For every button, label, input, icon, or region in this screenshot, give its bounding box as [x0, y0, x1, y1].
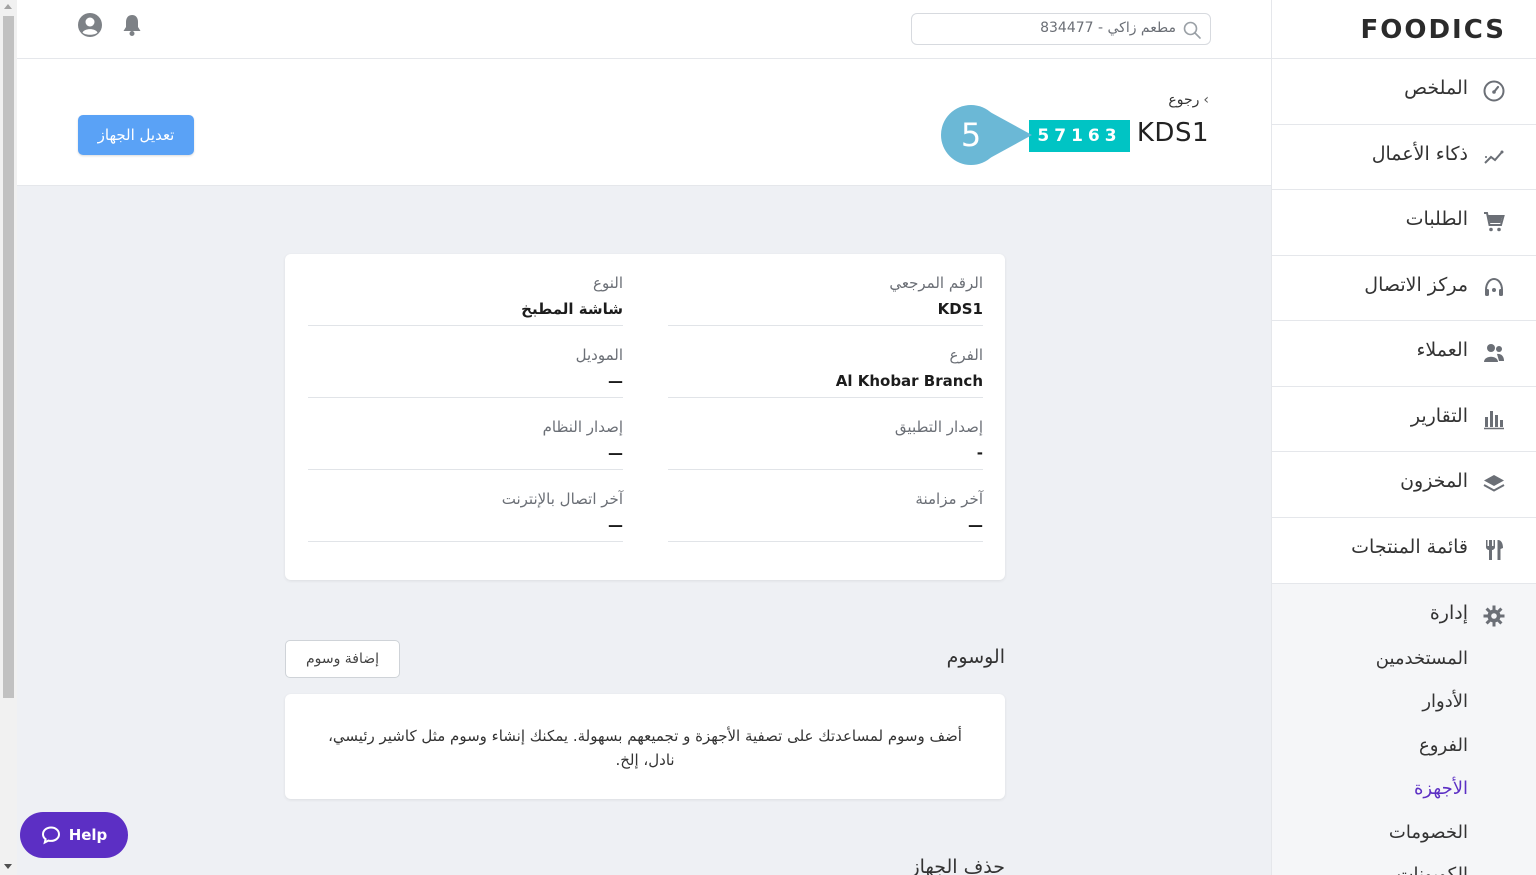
- last-sync-value: —: [968, 516, 983, 534]
- sidebar-item-label: قائمة المنتجات: [1351, 536, 1468, 558]
- model-value: —: [608, 372, 623, 390]
- os-version-label: إصدار النظام: [542, 418, 623, 436]
- reference-label: الرقم المرجعي: [889, 274, 983, 292]
- add-tags-button[interactable]: إضافة وسوم: [285, 640, 400, 678]
- edit-device-button[interactable]: تعديل الجهاز: [78, 115, 194, 155]
- branch-label: الفرع: [949, 346, 983, 364]
- page-scrollbar[interactable]: [0, 0, 17, 875]
- back-link[interactable]: › رجوع: [1168, 92, 1209, 108]
- main-content: الرقم المرجعي KDS1 النوع شاشة المطبخ الف…: [17, 186, 1271, 875]
- app-version-label: إصدار التطبيق: [894, 418, 983, 436]
- sidebar-item-label: الطلبات: [1405, 208, 1468, 230]
- sidebar-item-label: ذكاء الأعمال: [1371, 143, 1468, 165]
- branch-field: الفرع Al Khobar Branch: [668, 326, 983, 398]
- chat-bubble-icon: [41, 826, 60, 845]
- sidebar-section-admin: إدارة المستخدمين الأدوار الفروع الأجهزة …: [1272, 583, 1536, 875]
- sidebar-item-menu[interactable]: قائمة المنتجات: [1272, 517, 1536, 582]
- type-value: شاشة المطبخ: [521, 300, 623, 318]
- reports-icon: [1484, 411, 1504, 430]
- headset-icon: [1485, 277, 1503, 296]
- cart-icon: [1484, 212, 1505, 232]
- type-label: النوع: [593, 274, 623, 292]
- device-code-badge: 57163: [1029, 120, 1130, 152]
- step-number: 5: [960, 116, 982, 154]
- app-version-value: -: [976, 444, 983, 462]
- sidebar-item-reports[interactable]: التقارير: [1272, 386, 1536, 451]
- sidebar-item-orders[interactable]: الطلبات: [1272, 189, 1536, 254]
- back-label: رجوع: [1168, 92, 1200, 108]
- model-label: الموديل: [575, 346, 623, 364]
- sidebar-item-label: مركز الاتصال: [1364, 274, 1468, 296]
- sidebar-subitem-devices[interactable]: الأجهزة: [1414, 778, 1468, 799]
- utensils-icon: [1486, 540, 1503, 560]
- page-header: › رجوع KDS1 57163 5 تعديل الجهاز: [17, 60, 1271, 186]
- sidebar-subitem-branches[interactable]: الفروع: [1419, 735, 1468, 756]
- last-sync-label: آخر مزامنة: [915, 490, 983, 508]
- dashboard-icon: [1483, 80, 1505, 102]
- sidebar-item-inventory[interactable]: المخزون: [1272, 451, 1536, 516]
- model-field: الموديل —: [308, 326, 623, 398]
- sidebar: FOODICS الملخص ذكاء الأعمال الطلبات مركز…: [1271, 0, 1536, 875]
- last-sync-field: آخر مزامنة —: [668, 470, 983, 542]
- branch-value: Al Khobar Branch: [835, 372, 983, 390]
- gear-icon: [1483, 605, 1505, 627]
- reference-field: الرقم المرجعي KDS1: [668, 254, 983, 326]
- user-avatar-icon[interactable]: [77, 12, 103, 38]
- help-label: Help: [68, 826, 108, 844]
- os-version-field: إصدار النظام —: [308, 398, 623, 470]
- delete-section-title: حذف الجهاز: [910, 856, 1005, 875]
- sidebar-item-call-center[interactable]: مركز الاتصال: [1272, 255, 1536, 320]
- type-field: النوع شاشة المطبخ: [308, 254, 623, 326]
- sidebar-item-customers[interactable]: العملاء: [1272, 320, 1536, 385]
- top-bar: مطعم زاكي - 834477: [17, 0, 1271, 59]
- sidebar-item-label: العملاء: [1416, 339, 1469, 361]
- search-icon: [1183, 21, 1201, 39]
- os-version-value: —: [608, 444, 623, 462]
- device-details-card: الرقم المرجعي KDS1 النوع شاشة المطبخ الف…: [285, 254, 1005, 580]
- sidebar-subitem-users[interactable]: المستخدمين: [1376, 648, 1468, 669]
- reference-value: KDS1: [937, 300, 983, 318]
- last-online-label: آخر اتصال بالإنترنت: [501, 490, 623, 508]
- last-online-field: آخر اتصال بالإنترنت —: [308, 470, 623, 542]
- customers-icon: [1484, 344, 1504, 362]
- page-title: KDS1: [1136, 118, 1209, 148]
- app-version-field: إصدار التطبيق -: [668, 398, 983, 470]
- scrollbar-thumb[interactable]: [3, 16, 14, 698]
- sidebar-admin-label[interactable]: إدارة: [1430, 602, 1468, 624]
- sidebar-item-label: التقارير: [1410, 405, 1468, 427]
- search-input[interactable]: مطعم زاكي - 834477: [911, 13, 1211, 45]
- sidebar-item-label: الملخص: [1404, 77, 1468, 99]
- layers-icon: [1483, 475, 1505, 492]
- notification-bell-icon[interactable]: [119, 12, 145, 38]
- trend-icon: [1484, 150, 1504, 164]
- foodics-logo[interactable]: FOODICS: [1360, 15, 1506, 45]
- sidebar-item-business-intelligence[interactable]: ذكاء الأعمال: [1272, 124, 1536, 189]
- tags-card: أضف وسوم لمساعدتك على تصفية الأجهزة و تج…: [285, 694, 1005, 799]
- scroll-down-arrow[interactable]: [4, 864, 12, 869]
- sidebar-subitem-coupons[interactable]: الكوبونات: [1397, 864, 1468, 875]
- help-button[interactable]: Help: [20, 812, 128, 858]
- sidebar-item-summary[interactable]: الملخص: [1272, 58, 1536, 123]
- chevron-right-icon: ›: [1203, 92, 1209, 108]
- sidebar-item-label: المخزون: [1400, 470, 1468, 492]
- step-marker: 5: [932, 105, 1034, 165]
- scroll-up-arrow[interactable]: [4, 4, 12, 9]
- tags-description: أضف وسوم لمساعدتك على تصفية الأجهزة و تج…: [328, 727, 962, 769]
- search-value: مطعم زاكي - 834477: [1040, 20, 1176, 36]
- sidebar-subitem-roles[interactable]: الأدوار: [1422, 691, 1468, 712]
- last-online-value: —: [608, 516, 623, 534]
- tags-section-title: الوسوم: [946, 646, 1005, 668]
- sidebar-subitem-discounts[interactable]: الخصومات: [1389, 822, 1468, 843]
